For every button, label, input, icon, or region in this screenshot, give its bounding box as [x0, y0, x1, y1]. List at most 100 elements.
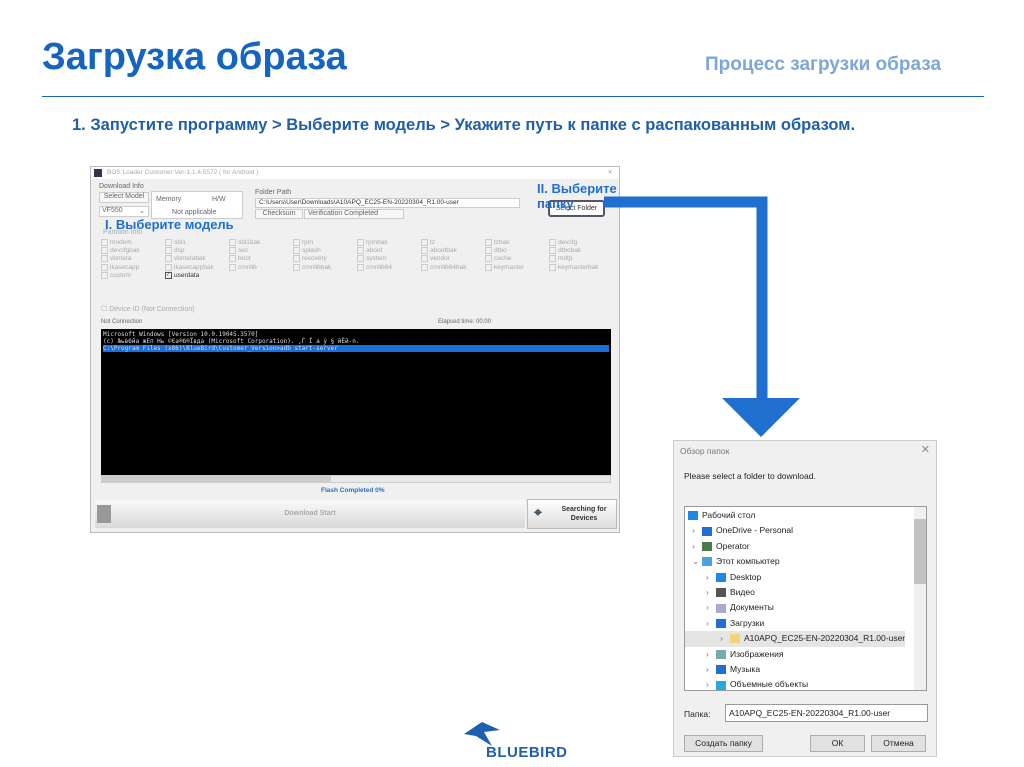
partition-checkbox-dtbo[interactable]: dtbo	[485, 247, 549, 254]
chevron-right-icon[interactable]: ›	[720, 631, 730, 646]
ok-button[interactable]: ОК	[810, 735, 865, 752]
folder-input[interactable]: A10APQ_EC25-EN-20220304_R1.00-user	[725, 704, 928, 722]
partition-checkbox-lkasecapp[interactable]: lkasecapp	[101, 264, 165, 271]
partition-checkbox-cache[interactable]: cache	[485, 255, 549, 263]
partition-checkbox-rpm[interactable]: rpm	[293, 239, 357, 246]
tree-item[interactable]: › Музыка	[685, 662, 926, 677]
horizontal-scrollbar[interactable]	[101, 475, 611, 483]
browse-folder-dialog: Обзор папок ✕ Please select a folder to …	[673, 440, 937, 757]
partition-checkbox-dsp[interactable]: dsp	[165, 247, 229, 254]
partition-checkbox-keymaster[interactable]: keymaster	[485, 264, 549, 271]
model-dropdown[interactable]: VF550 ⌄	[99, 206, 149, 217]
partition-checkbox-keymasterbak[interactable]: keymasterbak	[549, 264, 613, 271]
divider	[42, 96, 984, 97]
searching-devices-button[interactable]: ⌖ Searching for Devices	[527, 499, 617, 529]
user-icon	[702, 542, 712, 552]
vertical-scrollbar[interactable]	[914, 507, 926, 690]
partition-checkbox-lkasecappbak[interactable]: lkasecappbak	[165, 264, 229, 271]
tree-item-label: Объемные объекты	[730, 679, 809, 690]
device-id-checkbox[interactable]: ☐ Device ID (Not Connection)	[101, 305, 194, 313]
partition-checkbox-cmnlibbak[interactable]: cmnlibbak	[293, 264, 357, 271]
chevron-right-icon[interactable]: ›	[706, 662, 716, 677]
bluebird-logo: BLUEBIRD	[460, 720, 570, 762]
tree-item[interactable]: › Operator	[685, 539, 926, 554]
title-bar: BOS Loader Customer Ver-1.1.4.5572 ( for…	[91, 167, 619, 179]
partition-checkbox-mdtp[interactable]: mdtp	[549, 255, 613, 263]
download-icon	[716, 618, 726, 628]
tree-item[interactable]: › Видео	[685, 585, 926, 600]
tree-item[interactable]: › Изображения	[685, 647, 926, 662]
download-start-button[interactable]: Download Start	[95, 500, 525, 528]
tree-item[interactable]: › A10APQ_EC25-EN-20220304_R1.00-user	[685, 631, 906, 647]
scrollbar-thumb[interactable]	[914, 519, 926, 584]
desktop-icon	[716, 572, 726, 582]
partition-checkbox-boot[interactable]: boot	[229, 255, 293, 263]
partition-checkbox-splash[interactable]: splash	[293, 247, 357, 254]
partition-checkbox-tzbak[interactable]: tzbak	[485, 239, 549, 246]
tree-item-label: OneDrive - Personal	[716, 525, 794, 536]
partition-checkbox-cmnlib64[interactable]: cmnlib64	[357, 264, 421, 271]
memory-label: Memory	[156, 196, 182, 203]
3d-icon	[716, 680, 726, 690]
partition-checkbox-aboot[interactable]: aboot	[357, 247, 421, 254]
tree-item[interactable]: › Desktop	[685, 570, 926, 585]
partition-checkbox-custom[interactable]: custom	[101, 272, 165, 279]
computer-icon	[702, 557, 712, 567]
partition-checkbox-userdata[interactable]: userdata	[165, 272, 229, 279]
chevron-right-icon[interactable]: ›	[706, 616, 716, 631]
partition-checkbox-system[interactable]: system	[357, 255, 421, 263]
annotation-select-model: I. Выберите модель	[105, 217, 234, 232]
chevron-right-icon[interactable]: ›	[692, 523, 702, 538]
close-icon[interactable]: ✕	[608, 168, 613, 176]
console-line: Microsoft Windows [Version 10.0.19045.35…	[103, 331, 259, 338]
progress-indicator	[97, 505, 111, 523]
partition-checkbox-recovery[interactable]: recovery	[293, 255, 357, 263]
partition-checkbox-tz[interactable]: tz	[421, 239, 485, 246]
new-folder-button[interactable]: Создать папку	[684, 735, 763, 752]
partition-checkbox-cmnlib64bak[interactable]: cmnlib64bak	[421, 264, 485, 271]
partition-checkbox-cmnlib[interactable]: cmnlib	[229, 264, 293, 271]
partition-checkbox-rpmbak[interactable]: rpmbak	[357, 239, 421, 246]
image-icon	[716, 649, 726, 659]
hw-label: H/W	[212, 196, 226, 203]
partition-checkbox-sbl1bak[interactable]: sbl1bak	[229, 239, 293, 246]
tree-item-label: A10APQ_EC25-EN-20220304_R1.00-user	[744, 633, 906, 644]
chevron-right-icon[interactable]: ›	[706, 600, 716, 615]
partition-checkbox-devcfgbak[interactable]: devcfgbak	[101, 247, 165, 254]
annotation-select-folder: II. Выберите папку	[537, 181, 617, 211]
close-icon[interactable]: ✕	[921, 443, 930, 456]
partition-checkbox-dtbobak[interactable]: dtbobak	[549, 247, 613, 254]
partition-checkbox-abootbak[interactable]: abootbak	[421, 247, 485, 254]
chevron-right-icon[interactable]: ›	[706, 570, 716, 585]
partition-checkbox-vbmeta[interactable]: vbmeta	[101, 255, 165, 263]
chevron-right-icon[interactable]: ›	[692, 539, 702, 554]
select-model-button[interactable]: Select Model	[99, 192, 149, 203]
partition-checkbox-modem[interactable]: modem	[101, 239, 165, 246]
download-start-label: Download Start	[284, 510, 336, 517]
tree-item[interactable]: › Объемные объекты	[685, 677, 926, 690]
searching-label: Searching for Devices	[561, 506, 607, 522]
slide-subtitle: Процесс загрузки образа	[705, 54, 942, 75]
tree-item-label: Desktop	[730, 571, 762, 582]
chevron-right-icon[interactable]: ›	[706, 647, 716, 662]
tree-item[interactable]: › Документы	[685, 600, 926, 615]
console-line: C:\Program Files (x86)\BlueBird\Customer…	[103, 345, 609, 352]
folder-path-field[interactable]: C:\Users\User\Downloads\A10APQ_EC25-EN-2…	[255, 198, 520, 208]
partition-checkbox-sbl1[interactable]: sbl1	[165, 239, 229, 246]
folder-tree[interactable]: Рабочий стол › OneDrive - Personal › Operato…	[684, 506, 927, 691]
tree-item[interactable]: ⌄ Этот компьютер	[685, 554, 926, 569]
partition-checkbox-devcfg[interactable]: devcfg	[549, 239, 613, 246]
cancel-button[interactable]: Отмена	[871, 735, 926, 752]
scrollbar-thumb[interactable]	[102, 476, 331, 482]
partition-checkbox-sec[interactable]: sec	[229, 247, 293, 254]
chevron-right-icon[interactable]: ›	[706, 677, 716, 690]
tree-item[interactable]: › OneDrive - Personal	[685, 523, 926, 538]
tree-item[interactable]: › Загрузки	[685, 616, 926, 631]
partition-checkbox-vendor[interactable]: vendor	[421, 255, 485, 263]
connection-status: Not Connection	[101, 319, 143, 325]
partition-checkbox-vbmetabak[interactable]: vbmetabak	[165, 255, 229, 263]
folder-label: Папка:	[684, 709, 711, 719]
tree-item[interactable]: Рабочий стол	[685, 508, 926, 523]
chevron-down-icon[interactable]: ⌄	[692, 554, 702, 569]
chevron-right-icon[interactable]: ›	[706, 585, 716, 600]
